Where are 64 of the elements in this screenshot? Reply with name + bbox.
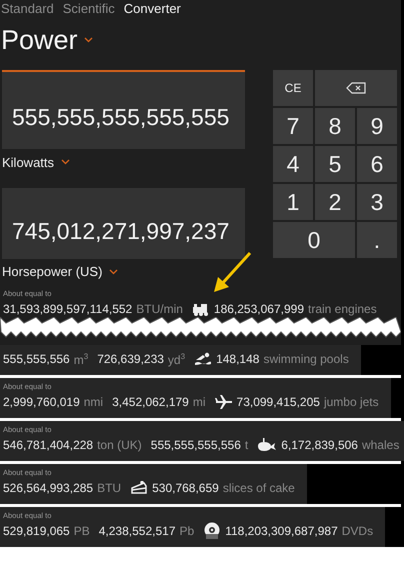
unit-label: Pb <box>180 524 194 538</box>
equivalent-value: 546,781,404,228 <box>3 438 94 452</box>
disc-icon <box>203 522 222 540</box>
unit-dropdown[interactable]: Horsepower (US) <box>2 264 118 280</box>
equivalent-value: 6,172,839,506 <box>281 438 358 452</box>
category-title[interactable]: Power <box>1 24 78 56</box>
equivalent-value: 526,564,993,285 <box>3 481 94 495</box>
chevron-icon <box>61 159 70 165</box>
unit-label: mi <box>192 395 206 409</box>
keypad-button[interactable]: 5 <box>315 146 355 182</box>
unit-label: whales <box>362 438 400 452</box>
equivalent-value: 530,768,659 <box>152 481 219 495</box>
unit-label: ton (UK) <box>97 438 142 452</box>
keypad-button[interactable]: 4 <box>273 146 313 182</box>
airplane-icon <box>214 395 233 409</box>
keypad-button[interactable]: 9 <box>357 108 397 144</box>
equivalent-value: 118,203,309,687,987 <box>225 524 338 538</box>
cake-slice-icon <box>130 481 148 495</box>
train-icon <box>192 302 210 316</box>
equivalent-value: 186,253,067,999 <box>214 302 304 316</box>
unit-label: jumbo jets <box>324 395 379 409</box>
backspace-icon <box>346 82 366 94</box>
equivalent-value: 148,148 <box>216 352 260 366</box>
unit-label: m$^{3}$ <box>74 352 88 366</box>
keypad-button[interactable]: CE <box>273 70 313 106</box>
equivalent-value: 3,452,062,179 <box>112 395 189 409</box>
unit-label: yd$^{3}$ <box>168 352 186 366</box>
keypad-button[interactable]: 6 <box>357 146 397 182</box>
keypad-button[interactable]: 2 <box>315 184 355 220</box>
equivalent-value: 726,639,233 <box>97 352 164 366</box>
unit-label: nmi <box>84 395 104 409</box>
unit-label: BTU/min <box>136 302 183 316</box>
unit-label: DVDs <box>342 524 374 538</box>
unit-label: t <box>244 438 248 452</box>
mode-tab[interactable]: Converter <box>124 1 181 17</box>
unit-label: PB <box>74 524 90 538</box>
equivalent-value: 4,238,552,517 <box>98 524 176 538</box>
keypad-button[interactable]: . <box>357 222 397 258</box>
unit-label: slices of cake <box>222 481 295 495</box>
input-value-field[interactable]: 555,555,555,555,555 <box>2 70 245 149</box>
keypad-button[interactable]: 1 <box>273 184 313 220</box>
equivalent-value: 73,099,415,205 <box>236 395 320 409</box>
mode-tab[interactable]: Standard <box>1 1 54 17</box>
keypad-button[interactable]: 0 <box>273 222 355 258</box>
pointer-arrow <box>214 252 252 292</box>
chevron-icon <box>84 37 93 43</box>
keypad-button[interactable]: 8 <box>315 108 355 144</box>
keypad-button[interactable]: 7 <box>273 108 313 144</box>
unit-label: swimming pools <box>263 352 349 366</box>
backspace-button[interactable] <box>315 70 397 106</box>
unit-label: BTU <box>97 481 122 495</box>
keypad-button[interactable]: 3 <box>357 184 397 220</box>
chevron-icon <box>109 268 118 274</box>
equivalent-value: 555,555,556 <box>3 352 70 366</box>
output-value-field[interactable]: 745,012,271,997,237 <box>2 188 245 258</box>
unit-label: train engines <box>308 302 377 316</box>
equivalent-value: 555,555,555,556 <box>150 438 241 452</box>
equivalent-value: 31,593,899,597,114,552 <box>3 302 132 316</box>
equivalent-value: 529,819,065 <box>3 524 70 538</box>
mode-tab[interactable]: Scientific <box>62 1 115 17</box>
equivalent-value: 2,999,760,019 <box>3 395 80 409</box>
whale-icon <box>257 438 278 452</box>
unit-dropdown[interactable]: Kilowatts <box>2 154 70 170</box>
swimmer-icon <box>194 352 212 366</box>
